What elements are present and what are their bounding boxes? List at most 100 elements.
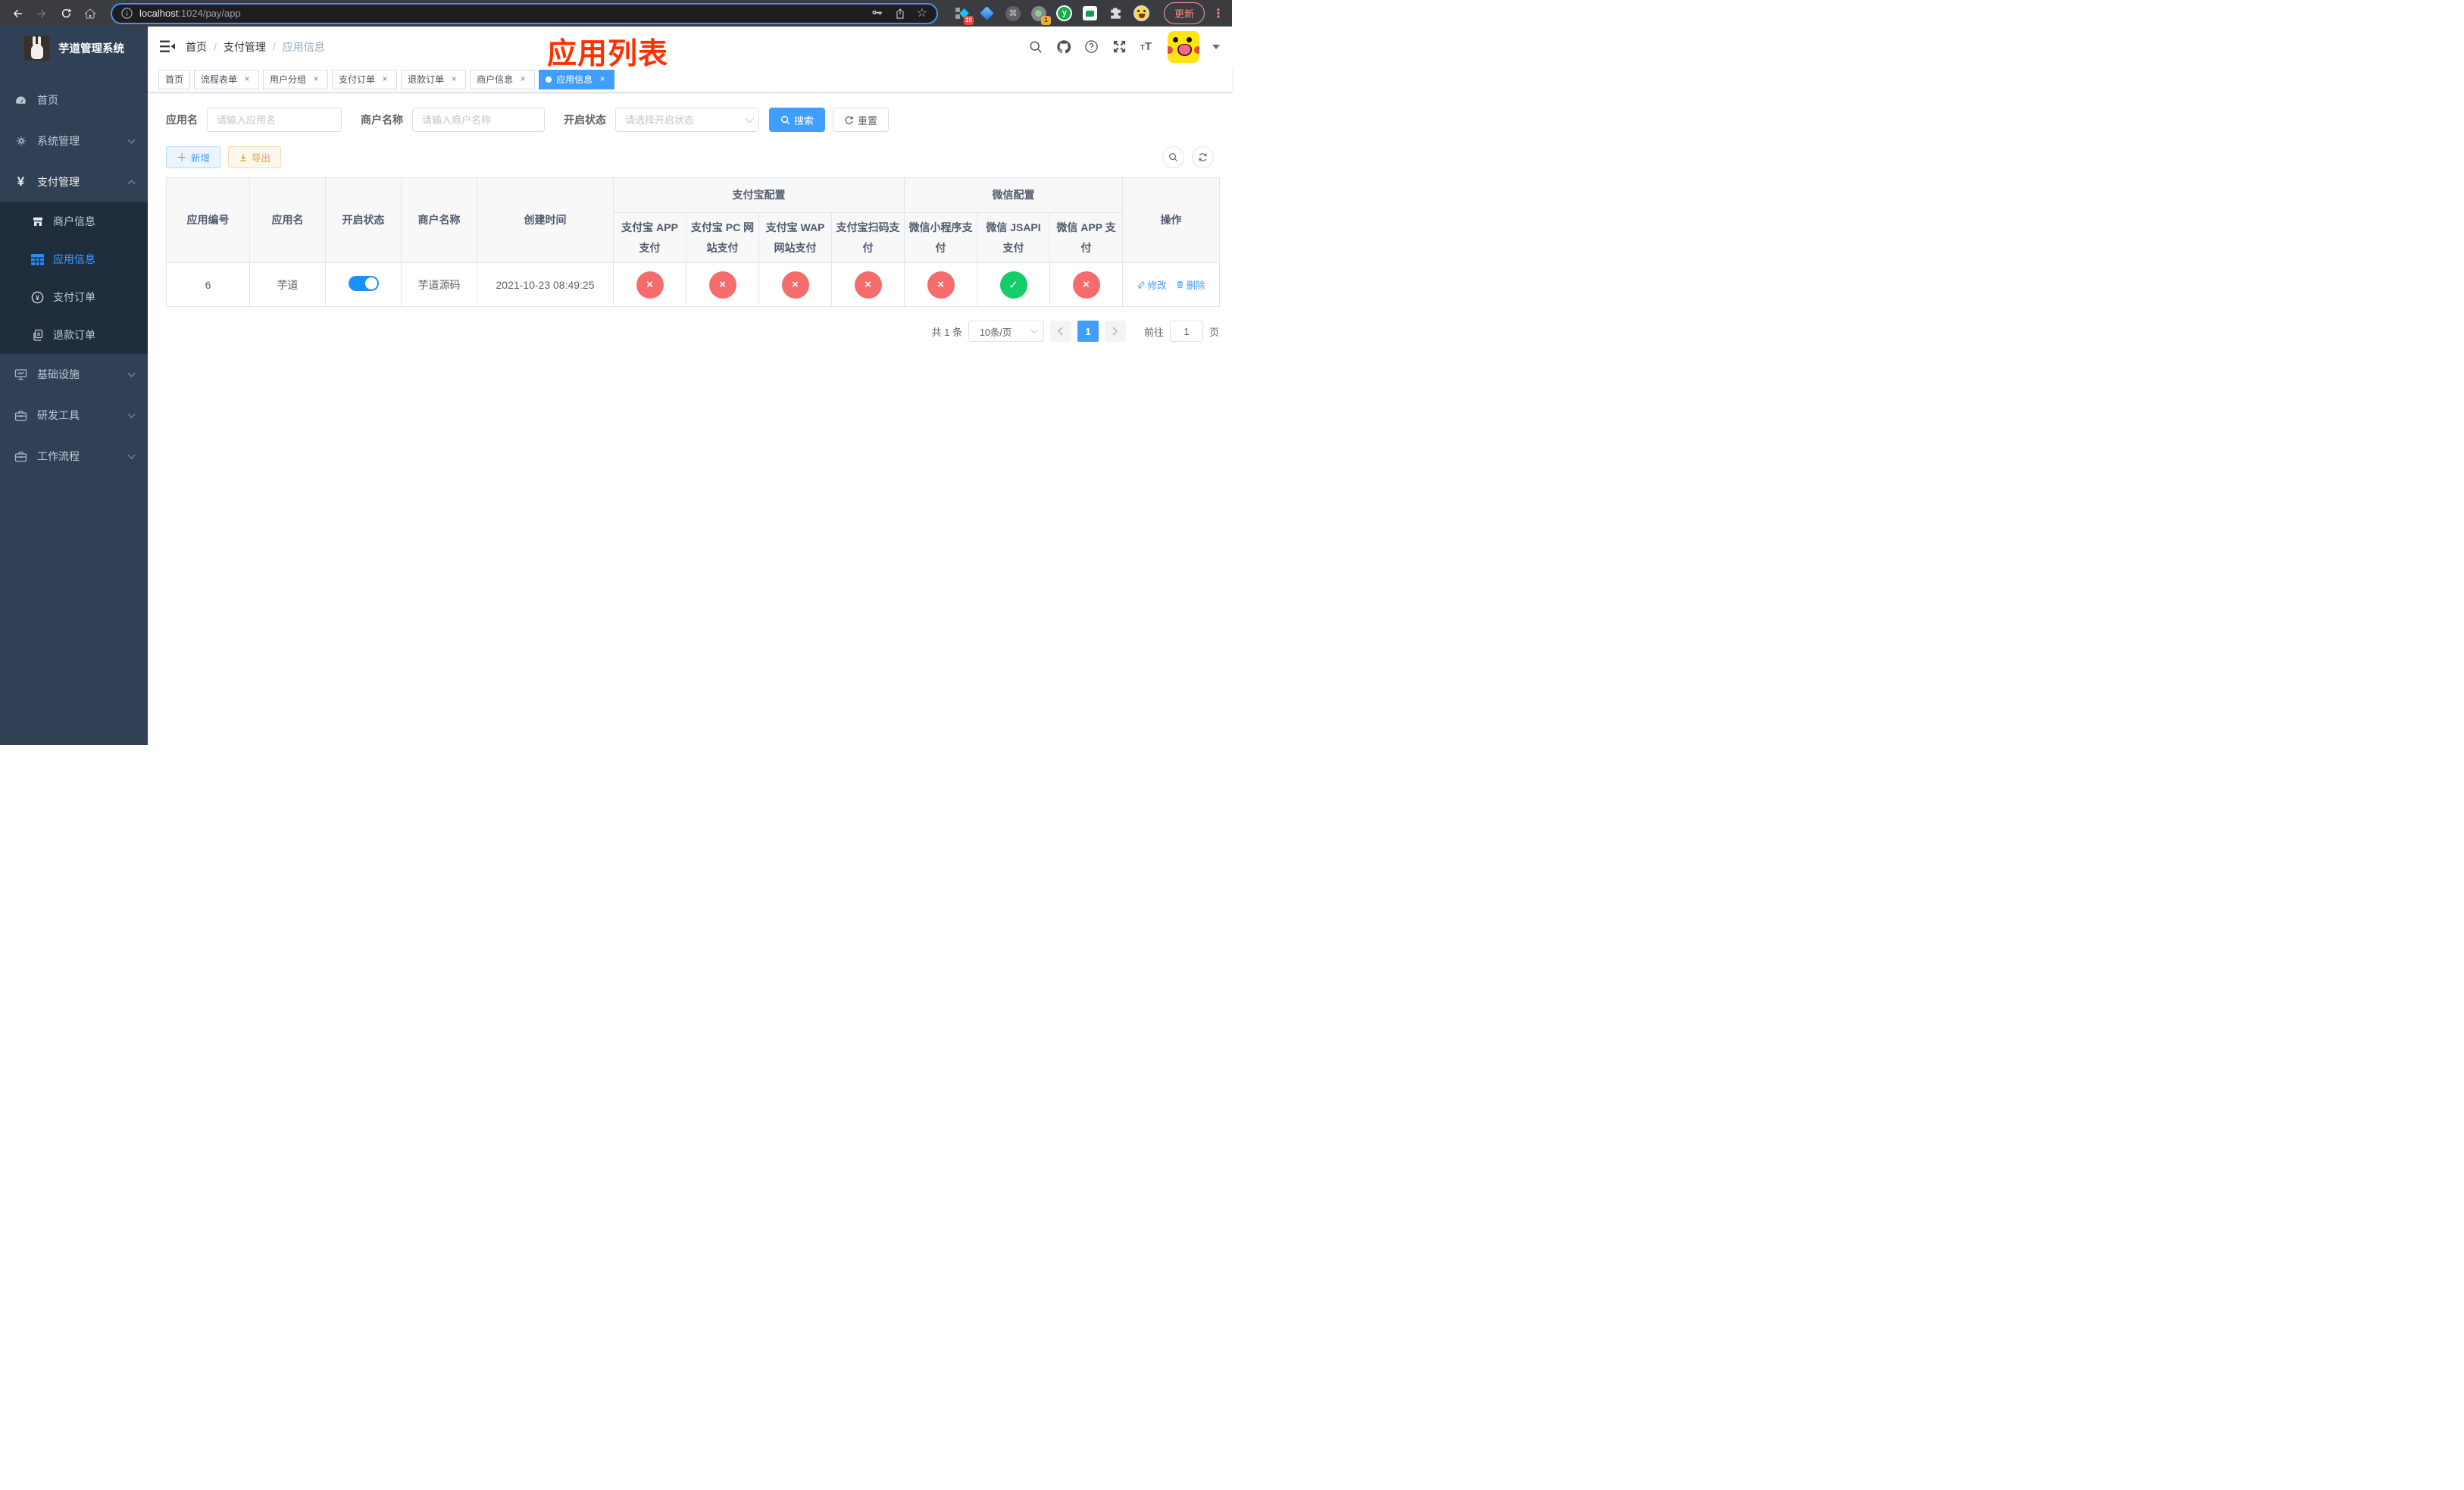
status-select[interactable]: [615, 108, 759, 132]
tag-item-0[interactable]: 首页: [158, 69, 191, 89]
status-cell: ✓: [977, 262, 1050, 308]
breadcrumb-home[interactable]: 首页: [186, 39, 207, 55]
status-fail-icon: ×: [854, 271, 882, 299]
coin-yen-icon: ¥: [31, 291, 44, 304]
github-icon[interactable]: [1056, 39, 1071, 55]
delete-button[interactable]: 删除: [1176, 277, 1205, 292]
goto-label: 前往: [1143, 326, 1164, 338]
recorder-extension-icon[interactable]: 1: [1030, 5, 1051, 25]
breadcrumb-section[interactable]: 支付管理: [224, 39, 266, 55]
gear-icon: [14, 135, 27, 147]
close-icon[interactable]: ×: [380, 74, 390, 85]
chrome-update-button[interactable]: 更新: [1163, 2, 1205, 24]
sidebar-collapse-icon[interactable]: [160, 39, 175, 54]
caret-down-icon[interactable]: [1212, 44, 1220, 53]
sidebar-item-workflow[interactable]: 工作流程: [0, 436, 148, 477]
user-avatar[interactable]: [1168, 30, 1199, 63]
app-name-input[interactable]: [207, 108, 342, 132]
sidebar-item-system[interactable]: 系统管理: [0, 121, 148, 161]
refresh-button[interactable]: [1192, 146, 1214, 168]
browser-home-button[interactable]: [80, 4, 100, 23]
profile-avatar-icon[interactable]: [1134, 5, 1150, 22]
search-button[interactable]: 搜索: [769, 108, 826, 132]
edit-button[interactable]: 修改: [1137, 277, 1167, 292]
extension-icon[interactable]: 10: [953, 5, 974, 25]
sidebar-item-dev-tools[interactable]: 研发工具: [0, 395, 148, 436]
font-size-icon[interactable]: TT: [1140, 40, 1152, 53]
tag-item-1[interactable]: 流程表单 ×: [194, 69, 260, 89]
address-bar[interactable]: localhost:1024/pay/app ☆: [111, 2, 938, 24]
cell-merchant: 芋道源码: [401, 262, 477, 308]
browser-forward-button[interactable]: [32, 4, 52, 23]
tag-item-6[interactable]: 应用信息 ×: [539, 69, 615, 89]
reset-button[interactable]: 重置: [833, 108, 890, 132]
pencil-icon: [1138, 281, 1145, 289]
status-cell: ×: [686, 262, 759, 308]
status-fail-icon: ×: [781, 271, 809, 299]
export-button[interactable]: 导出: [228, 146, 282, 168]
cell-actions: 修改 删除: [1122, 262, 1221, 308]
close-icon[interactable]: ×: [597, 74, 608, 85]
share-icon[interactable]: [894, 8, 906, 20]
col-header-actions: 操作: [1122, 177, 1221, 264]
plus-icon: ＋: [177, 151, 187, 164]
next-page-button[interactable]: [1104, 321, 1126, 343]
toggle-search-button[interactable]: [1162, 146, 1184, 168]
status-toggle[interactable]: [348, 276, 379, 292]
sidebar-item-payment[interactable]: ¥ 支付管理: [0, 161, 148, 202]
sidebar-item-home[interactable]: 首页: [0, 80, 148, 121]
tag-label: 支付订单: [339, 74, 376, 85]
close-icon[interactable]: ×: [518, 74, 528, 85]
sidebar-item-refund-order[interactable]: 退款订单: [0, 316, 148, 354]
add-button[interactable]: ＋ 新增: [166, 146, 221, 168]
app-table: 应用编号 应用名 开启状态 商户名称 创建时间 支付宝配置 微信配置 操作 支付…: [166, 177, 1221, 308]
browser-reload-button[interactable]: [56, 4, 76, 23]
breadcrumb-separator: /: [272, 40, 276, 53]
merchant-name-label: 商户名称: [361, 114, 403, 126]
sidebar-item-infrastructure[interactable]: 基础设施: [0, 354, 148, 395]
monitor-icon: [14, 368, 27, 380]
status-select-input[interactable]: [615, 108, 759, 132]
password-key-icon[interactable]: [871, 7, 883, 20]
search-icon[interactable]: [1028, 39, 1043, 55]
tag-item-3[interactable]: 支付订单 ×: [332, 69, 398, 89]
chevron-down-icon: [127, 454, 136, 459]
bookmark-star-icon[interactable]: ☆: [917, 7, 927, 20]
extensions-area: 10 ⌘ 1 y: [953, 5, 1150, 25]
browser-toolbar: localhost:1024/pay/app ☆ 10 ⌘ 1 y 更新 ⋮: [0, 0, 1232, 27]
extensions-puzzle-icon[interactable]: [1108, 5, 1124, 22]
prev-page-button[interactable]: [1049, 321, 1071, 343]
command-extension-icon[interactable]: ⌘: [1005, 5, 1021, 22]
site-info-icon[interactable]: [121, 8, 133, 19]
close-icon[interactable]: ×: [449, 74, 459, 85]
chat-extension-icon[interactable]: [1082, 5, 1099, 22]
sidebar-item-merchant-info[interactable]: 商户信息: [0, 202, 148, 240]
yen-icon: ¥: [17, 174, 25, 189]
page-number-active[interactable]: 1: [1077, 321, 1099, 343]
tag-item-4[interactable]: 退款订单 ×: [401, 69, 467, 89]
col-header-status: 开启状态: [325, 177, 402, 264]
close-icon[interactable]: ×: [242, 74, 252, 85]
browser-menu-icon[interactable]: ⋮: [1212, 6, 1224, 21]
y-extension-icon[interactable]: y: [1056, 5, 1073, 22]
help-icon[interactable]: [1084, 39, 1099, 55]
browser-back-button[interactable]: [8, 4, 27, 23]
sidebar: 芋道管理系统 首页 系统管理 ¥ 支付管理 商户信息 应用信息 ¥ 支付订单 退…: [0, 27, 148, 745]
sidebar-item-app-info[interactable]: 应用信息: [0, 240, 148, 278]
table-toolbar: ＋ 新增 导出: [166, 146, 1214, 168]
fullscreen-icon[interactable]: [1112, 39, 1127, 55]
tag-item-2[interactable]: 用户分组 ×: [263, 69, 329, 89]
gem-extension-icon[interactable]: [979, 5, 996, 22]
col-header-app-id: 应用编号: [166, 177, 250, 264]
chevron-up-icon: [127, 179, 136, 185]
goto-page-input[interactable]: [1169, 321, 1203, 343]
merchant-name-input[interactable]: [412, 108, 545, 132]
dashboard-icon: [14, 94, 27, 107]
col-header-wechat-jsapi: 微信 JSAPI 支付: [977, 211, 1050, 264]
app-logo[interactable]: 芋道管理系统: [0, 27, 148, 69]
page-size-select[interactable]: 10条/页: [968, 321, 1044, 343]
tag-item-5[interactable]: 商户信息 ×: [470, 69, 536, 89]
close-icon[interactable]: ×: [311, 74, 321, 85]
status-fail-icon: ×: [708, 271, 736, 299]
sidebar-item-pay-order[interactable]: ¥ 支付订单: [0, 278, 148, 316]
